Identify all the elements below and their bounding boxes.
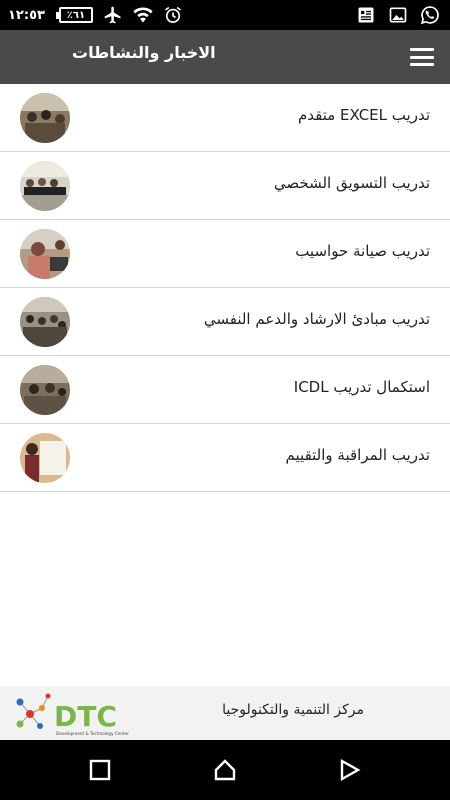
- page-title: الاخبار والنشاطات: [72, 43, 216, 62]
- menu-line: [410, 55, 434, 59]
- news-item[interactable]: تدريب التسويق الشخصي: [0, 152, 450, 220]
- airplane-icon: [104, 6, 121, 24]
- org-name: مركز التنمية والتكنولوجيا: [222, 702, 364, 718]
- home-icon[interactable]: [213, 758, 237, 782]
- image-icon: [389, 7, 407, 23]
- news-item[interactable]: استكمال تدريب ICDL: [0, 356, 450, 424]
- news-item[interactable]: تدريب صيانة حواسيب: [0, 220, 450, 288]
- news-thumbnail: [20, 229, 70, 279]
- news-thumbnail: [20, 161, 70, 211]
- dtc-logo: DTC Development & Technology Center: [16, 693, 129, 736]
- clock: ١٢:٥٣: [8, 7, 45, 23]
- news-title: تدريب صيانة حواسيب: [295, 242, 430, 260]
- status-left: ١٢:٥٣ ٪٦١: [8, 5, 183, 25]
- footer-banner: DTC Development & Technology Center مركز…: [0, 686, 450, 740]
- news-thumbnail: [20, 297, 70, 347]
- status-bar: ١٢:٥٣ ٪٦١: [0, 0, 450, 30]
- wifi-icon: [133, 7, 153, 23]
- news-thumbnail: [20, 365, 70, 415]
- whatsapp-icon: [420, 6, 439, 25]
- news-thumbnail: [20, 433, 70, 483]
- alarm-icon: [164, 6, 181, 23]
- news-title: تدريب المراقبة والتقييم: [285, 446, 430, 464]
- news-thumbnail: [20, 93, 70, 143]
- menu-line: [410, 63, 434, 66]
- news-item[interactable]: تدريب مبادئ الارشاد والدعم النفسي: [0, 288, 450, 356]
- news-icon: [358, 7, 374, 23]
- news-title: تدريب التسويق الشخصي: [273, 174, 430, 192]
- recent-apps-icon[interactable]: [88, 758, 112, 782]
- news-item[interactable]: تدريب المراقبة والتقييم: [0, 424, 450, 492]
- menu-line: [410, 48, 434, 51]
- news-title: تدريب مبادئ الارشاد والدعم النفسي: [203, 310, 430, 328]
- app-bar: الاخبار والنشاطات: [0, 30, 450, 84]
- news-list: تدريب EXCEL متقدم تدريب التسويق الشخصي ت…: [0, 84, 450, 492]
- status-right: [356, 5, 440, 25]
- news-title: تدريب EXCEL متقدم: [297, 106, 430, 124]
- battery-icon: ٪٦١: [55, 7, 93, 23]
- back-icon[interactable]: [338, 758, 362, 782]
- logo-text: DTC: [54, 700, 117, 733]
- navigation-bar: [0, 740, 450, 800]
- battery-level: ٪٦١: [58, 7, 93, 23]
- hamburger-menu-icon[interactable]: [410, 46, 434, 68]
- news-item[interactable]: تدريب EXCEL متقدم: [0, 84, 450, 152]
- logo-subtext: Development & Technology Center: [56, 731, 129, 736]
- news-title: استكمال تدريب ICDL: [293, 378, 430, 396]
